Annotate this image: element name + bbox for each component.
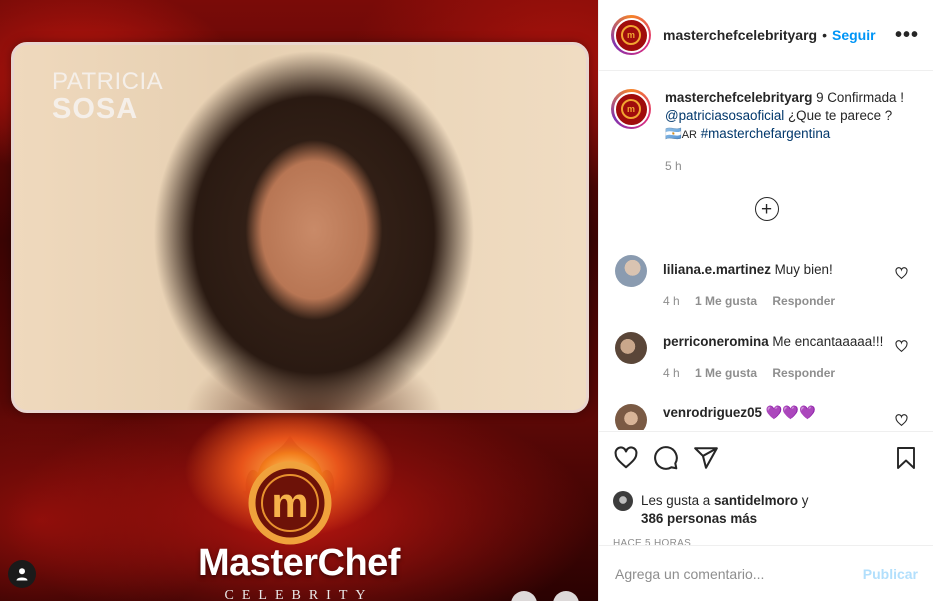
comment-username[interactable]: venrodriguez05 bbox=[663, 405, 762, 420]
post-photo: PATRICIA SOSA bbox=[11, 42, 589, 413]
comment-item: venrodriguez05 💜💜💜 bbox=[599, 404, 933, 430]
heart-icon[interactable] bbox=[895, 414, 908, 427]
caption-text: 9 Confirmada ! bbox=[812, 90, 904, 105]
likes-prefix: Les gusta a bbox=[641, 493, 714, 508]
likes-connector: y bbox=[798, 493, 809, 508]
name-first: PATRICIA bbox=[52, 68, 164, 95]
post-header: m masterchefcelebrityarg • Seguir ••• bbox=[599, 0, 933, 71]
reply-button[interactable]: Responder bbox=[772, 366, 835, 380]
masterchef-avatar-icon: m bbox=[621, 99, 641, 119]
add-comment-bar: Publicar bbox=[599, 545, 933, 601]
post-actions: Les gusta a santidelmoro y 386 personas … bbox=[599, 431, 933, 549]
likes-count[interactable]: 386 personas más bbox=[641, 511, 757, 526]
reply-button[interactable]: Responder bbox=[772, 294, 835, 308]
masterchef-avatar-icon: m bbox=[621, 25, 641, 45]
comment-avatar[interactable] bbox=[615, 332, 647, 364]
carousel-controls bbox=[511, 591, 579, 601]
caption-text: ¿Que te parece ? bbox=[784, 108, 893, 123]
likes-summary: Les gusta a santidelmoro y 386 personas … bbox=[613, 491, 918, 528]
svg-text:m: m bbox=[271, 479, 308, 526]
comment-avatar[interactable] bbox=[615, 255, 647, 287]
tagged-users-button[interactable] bbox=[8, 560, 36, 588]
liker-avatar[interactable] bbox=[613, 491, 633, 511]
account-avatar[interactable]: m bbox=[611, 15, 651, 55]
caption-avatar[interactable]: m bbox=[611, 89, 651, 129]
comment-input[interactable] bbox=[615, 565, 863, 582]
name-overlay: PATRICIA SOSA bbox=[52, 69, 163, 125]
liker-username[interactable]: santidelmoro bbox=[714, 493, 798, 508]
comment-avatar[interactable] bbox=[615, 404, 647, 430]
name-last: SOSA bbox=[52, 93, 139, 126]
more-options-button[interactable]: ••• bbox=[895, 24, 919, 47]
follow-button[interactable]: Seguir bbox=[832, 27, 876, 43]
share-icon[interactable] bbox=[693, 445, 719, 471]
comment-item: liliana.e.martinez Muy bien! 4 h 1 Me gu… bbox=[599, 255, 933, 310]
comment-text: Me encantaaaaa!!! bbox=[768, 334, 884, 349]
like-heart-icon[interactable] bbox=[613, 445, 639, 471]
user-icon bbox=[16, 568, 28, 581]
post-caption: m masterchefcelebrityarg 9 Confirmada ! … bbox=[599, 72, 933, 175]
publish-button[interactable]: Publicar bbox=[863, 566, 918, 582]
load-more-button[interactable]: + bbox=[754, 197, 779, 221]
comment-time[interactable]: 4 h bbox=[663, 294, 680, 308]
masterchef-wordmark: MasterChef bbox=[198, 542, 400, 584]
caption-hashtag[interactable]: #masterchefargentina bbox=[701, 126, 831, 141]
comment-text: Muy bien! bbox=[770, 262, 833, 277]
comment-likes[interactable]: 1 Me gusta bbox=[695, 294, 757, 308]
heart-icon[interactable] bbox=[895, 267, 908, 280]
comment-text: 💜💜💜 bbox=[761, 405, 816, 420]
comment-icon[interactable] bbox=[653, 445, 679, 471]
header-separator: • bbox=[822, 27, 827, 43]
flag-code: AR bbox=[681, 129, 697, 141]
comment-likes[interactable]: 1 Me gusta bbox=[695, 366, 757, 380]
header-username[interactable]: masterchefcelebrityarg bbox=[663, 27, 817, 43]
save-bookmark-icon[interactable] bbox=[894, 445, 918, 471]
comment-username[interactable]: liliana.e.martinez bbox=[663, 262, 771, 277]
caption-time[interactable]: 5 h bbox=[665, 157, 910, 175]
flag-emoji: 🇦🇷 bbox=[665, 126, 682, 141]
post-media[interactable]: PATRICIA SOSA m MasterChef CELEBRITY bbox=[0, 0, 598, 601]
heart-icon[interactable] bbox=[895, 340, 908, 353]
comment-item: perriconeromina Me encantaaaaa!!! 4 h 1 … bbox=[599, 332, 933, 382]
masterchef-logo-icon: m bbox=[241, 435, 339, 545]
post-sidebar: m masterchefcelebrityarg • Seguir ••• m … bbox=[598, 0, 933, 601]
comments-list[interactable]: m masterchefcelebrityarg 9 Confirmada ! … bbox=[599, 72, 933, 430]
caption-mention[interactable]: @patriciasosaoficial bbox=[665, 108, 784, 123]
load-more-comments: + bbox=[599, 197, 933, 221]
comment-time[interactable]: 4 h bbox=[663, 366, 680, 380]
comment-username[interactable]: perriconeromina bbox=[663, 334, 769, 349]
caption-username[interactable]: masterchefcelebrityarg bbox=[665, 90, 812, 105]
